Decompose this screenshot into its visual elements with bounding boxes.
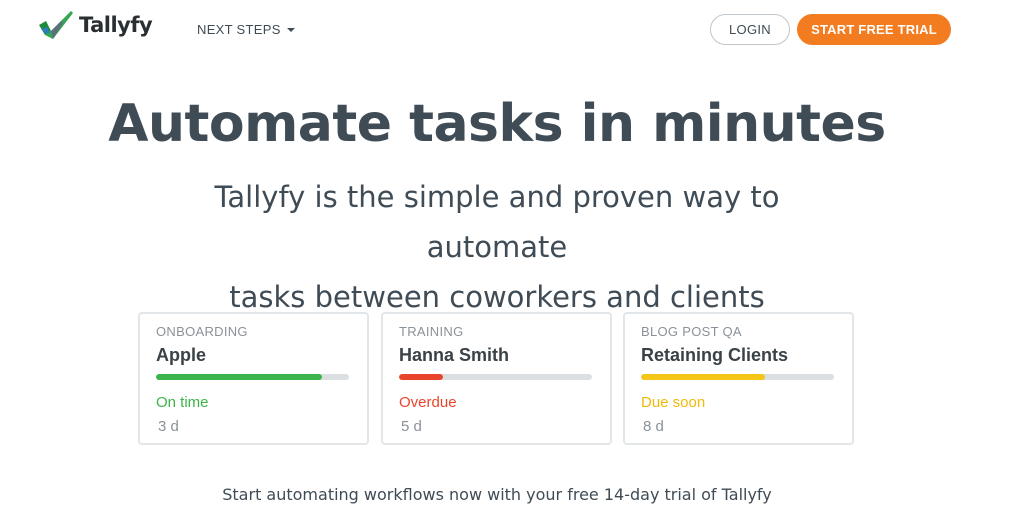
progress-bar <box>399 374 592 380</box>
card-category: ONBOARDING <box>156 324 248 339</box>
card-title: Retaining Clients <box>641 345 789 365</box>
hero-title: Automate tasks in minutes <box>108 94 886 154</box>
task-card-blog-post-qa: BLOG POST QA Retaining Clients Due soon … <box>623 312 854 445</box>
hero-subtitle: Tallyfy is the simple and proven way to … <box>140 172 854 322</box>
days-label: 8 d <box>643 418 664 435</box>
status-label: Due soon <box>641 394 706 411</box>
days-label: 3 d <box>158 418 179 435</box>
task-card-onboarding: ONBOARDING Apple On time 3 d <box>138 312 369 445</box>
nav-next-steps[interactable]: NEXT STEPS <box>197 22 295 37</box>
brand-logo[interactable]: Tallyfy <box>37 9 153 41</box>
card-category: BLOG POST QA <box>641 324 742 339</box>
progress-bar <box>156 374 349 380</box>
card-title: Hanna Smith <box>399 345 510 365</box>
progress-bar-fill <box>156 374 322 380</box>
trial-cta-text: Start automating workflows now with your… <box>222 485 772 504</box>
start-free-trial-button[interactable]: START FREE TRIAL <box>797 14 951 45</box>
login-button[interactable]: LOGIN <box>710 14 790 45</box>
status-label: Overdue <box>399 394 457 411</box>
checkmark-logo-icon <box>39 11 73 39</box>
card-title: Apple <box>156 345 207 365</box>
brand-name: Tallyfy <box>79 13 153 37</box>
nav-next-steps-label: NEXT STEPS <box>197 22 281 37</box>
task-card-training: TRAINING Hanna Smith Overdue 5 d <box>381 312 612 445</box>
progress-bar-fill <box>641 374 765 380</box>
card-category: TRAINING <box>399 324 464 339</box>
progress-bar-fill <box>399 374 444 380</box>
status-label: On time <box>156 394 209 411</box>
days-label: 5 d <box>401 418 422 435</box>
progress-bar <box>641 374 834 380</box>
hero-subtitle-line-1: Tallyfy is the simple and proven way to … <box>214 180 780 264</box>
caret-down-icon <box>286 28 295 32</box>
